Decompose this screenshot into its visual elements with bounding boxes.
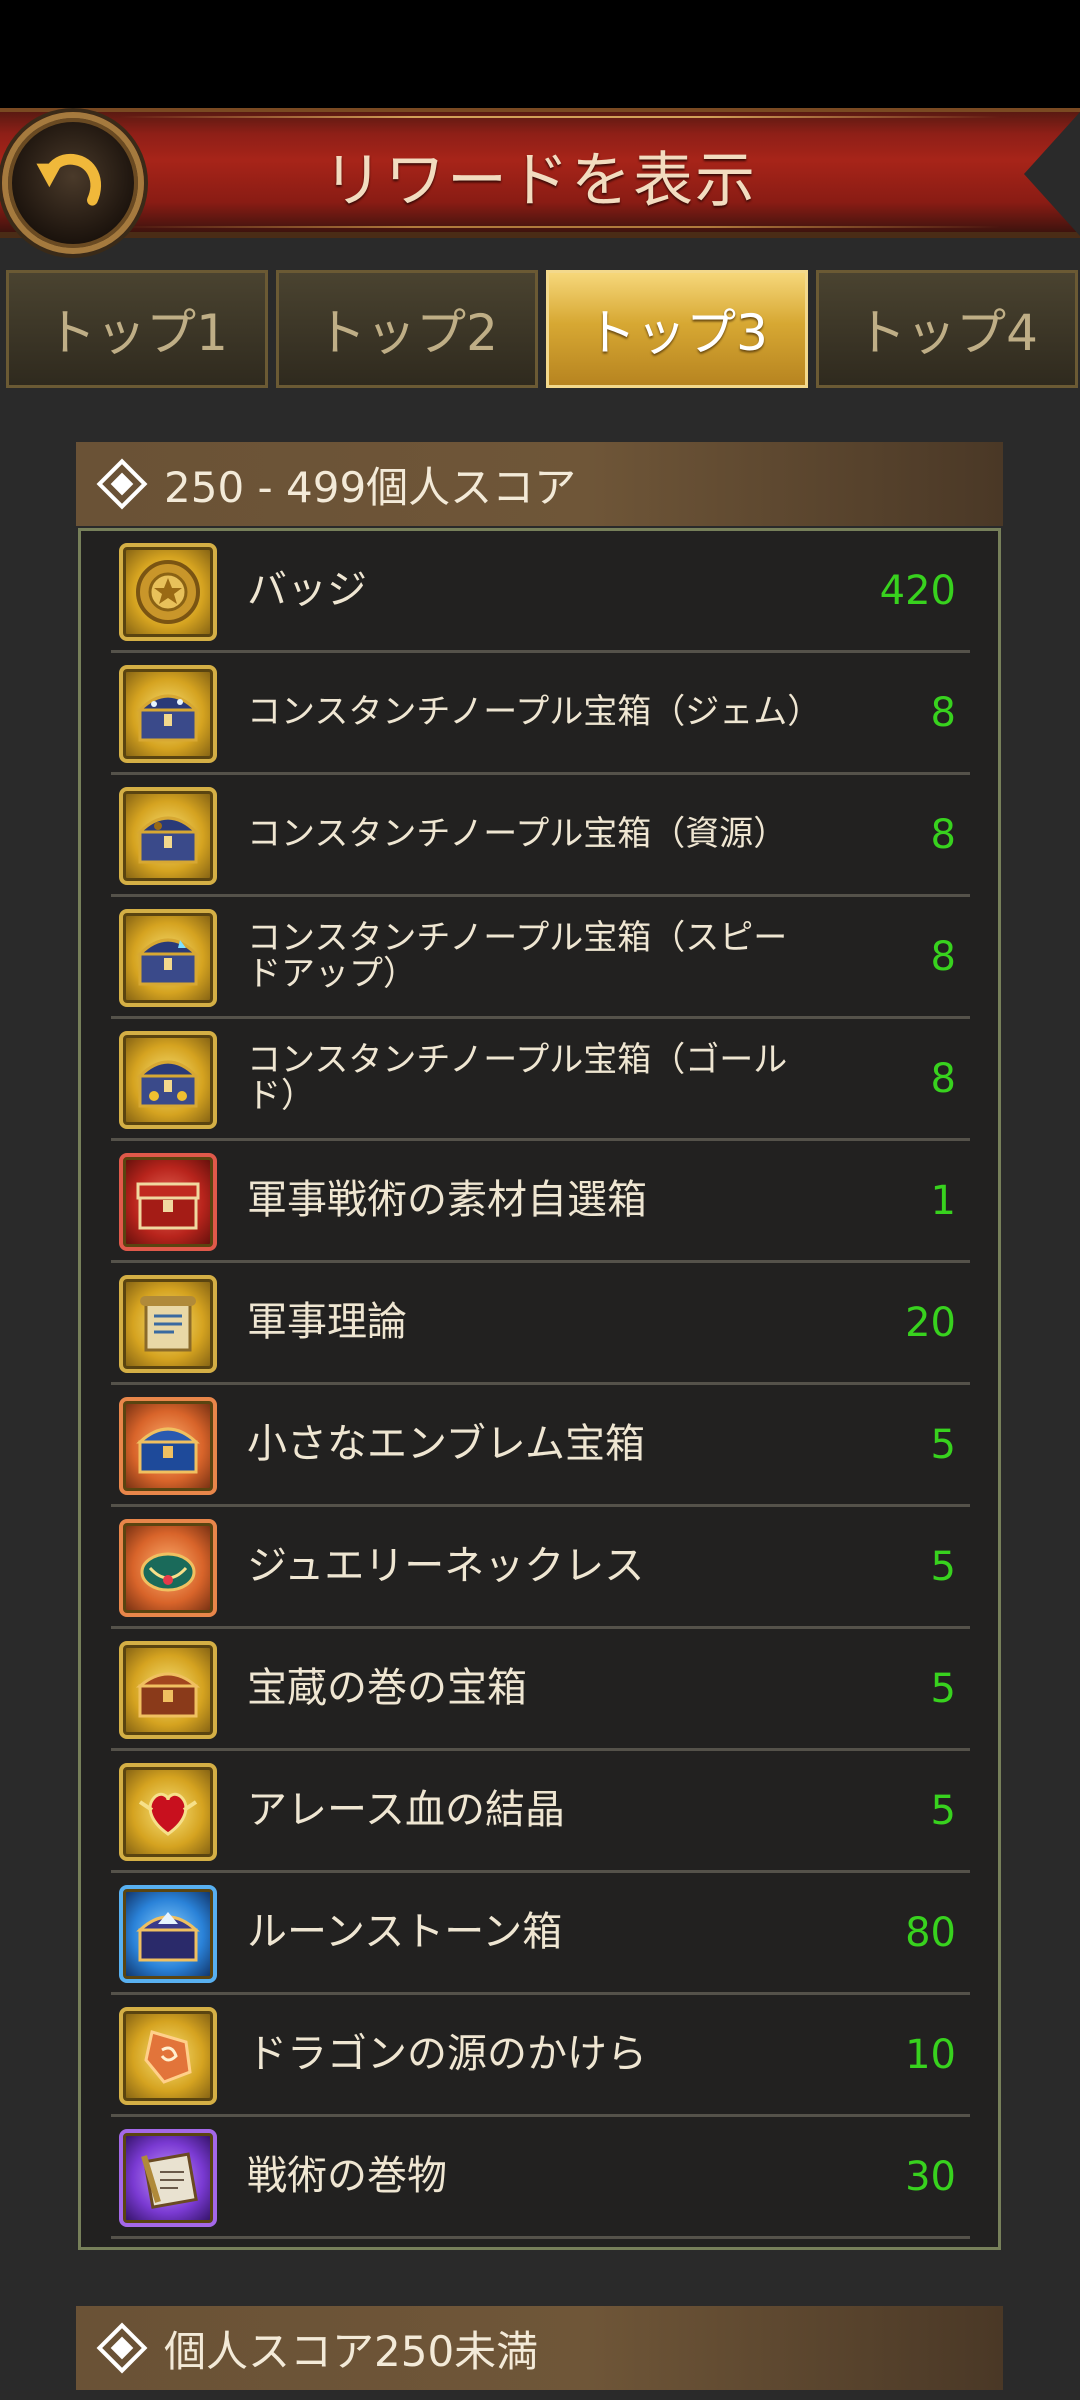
chest-icon	[119, 1031, 217, 1129]
badge-icon	[119, 543, 217, 641]
scroll-icon	[119, 1275, 217, 1373]
item-count: 8	[930, 933, 956, 980]
back-arrow-icon	[36, 153, 102, 206]
item-count: 8	[930, 689, 956, 736]
chest-icon	[119, 665, 217, 763]
list-item: 戦術の巻物 30	[111, 2117, 970, 2239]
tab-top1[interactable]: トップ1	[6, 270, 268, 388]
list-item: アレース血の結晶 5	[111, 1751, 970, 1873]
back-button[interactable]	[2, 112, 144, 254]
chest-icon	[119, 909, 217, 1007]
item-name: ルーンストーン箱	[247, 1909, 563, 1956]
section-title: 250 - 499個人スコア	[164, 462, 577, 512]
emblem-chest-icon	[119, 1397, 217, 1495]
item-name: バッジ	[247, 567, 367, 614]
section-title: 個人スコア250未満	[164, 2326, 539, 2376]
item-name: 小さなエンブレム宝箱	[247, 1421, 645, 1468]
necklace-icon	[119, 1519, 217, 1617]
tactic-scroll-icon	[119, 2129, 217, 2227]
item-count: 420	[879, 567, 956, 614]
header-banner: リワードを表示	[0, 108, 1080, 238]
item-count: 80	[905, 1909, 956, 1956]
item-name: コンスタンチノープル宝箱（スピードアップ）	[247, 917, 788, 994]
red-chest-icon	[119, 1153, 217, 1251]
item-count: 5	[930, 1421, 956, 1468]
rune-chest-icon	[119, 1885, 217, 1983]
item-count: 20	[905, 1299, 956, 1346]
item-name: アレース血の結晶	[247, 1787, 565, 1834]
item-name: コンスタンチノープル宝箱（資源）	[247, 813, 788, 854]
item-count: 8	[930, 811, 956, 858]
item-count: 5	[930, 1543, 956, 1590]
dragon-shard-icon	[119, 2007, 217, 2105]
item-name: コンスタンチノープル宝箱（ゴールド）	[247, 1039, 788, 1116]
item-name: コンスタンチノープル宝箱（ジェム）	[247, 691, 822, 732]
list-item: ジュエリーネックレス 5	[111, 1507, 970, 1629]
list-item: コンスタンチノープル宝箱（ゴールド） 8	[111, 1019, 970, 1141]
tab-top2[interactable]: トップ2	[276, 270, 538, 388]
list-item: 軍事理論 20	[111, 1263, 970, 1385]
list-item: 小さなエンブレム宝箱 5	[111, 1385, 970, 1507]
item-name: 宝蔵の巻の宝箱	[247, 1665, 527, 1712]
item-name: ジュエリーネックレス	[247, 1543, 645, 1590]
tab-top3[interactable]: トップ3	[546, 270, 808, 388]
section-header: 250 - 499個人スコア	[76, 442, 1003, 526]
item-count: 8	[930, 1055, 956, 1102]
item-name: 軍事理論	[247, 1299, 407, 1346]
item-name: 軍事戦術の素材自選箱	[247, 1177, 647, 1224]
tab-top4[interactable]: トップ4	[816, 270, 1078, 388]
reward-list: バッジ 420 コンスタンチノープル宝箱（ジェム） 8 コンスタンチノープル宝箱…	[78, 528, 1001, 2250]
item-count: 5	[930, 1787, 956, 1834]
section-header: 個人スコア250未満	[76, 2306, 1003, 2390]
page-title: リワードを表示	[323, 146, 757, 216]
item-name: 戦術の巻物	[247, 2153, 447, 2200]
item-name: ドラゴンの源のかけら	[247, 2031, 647, 2078]
list-item: ドラゴンの源のかけら 10	[111, 1995, 970, 2117]
diamond-icon	[96, 2322, 148, 2374]
list-item: ルーンストーン箱 80	[111, 1873, 970, 1995]
blood-crystal-icon	[119, 1763, 217, 1861]
item-count: 10	[905, 2031, 956, 2078]
list-item: バッジ 420	[111, 531, 970, 653]
list-item: 宝蔵の巻の宝箱 5	[111, 1629, 970, 1751]
status-bar	[0, 0, 1080, 108]
list-item: コンスタンチノープル宝箱（ジェム） 8	[111, 653, 970, 775]
item-count: 30	[905, 2153, 956, 2200]
chest-icon	[119, 787, 217, 885]
diamond-icon	[96, 458, 148, 510]
tab-bar: トップ1 トップ2 トップ3 トップ4	[0, 270, 1080, 392]
item-count: 1	[930, 1177, 956, 1224]
item-count: 5	[930, 1665, 956, 1712]
list-item: 軍事戦術の素材自選箱 1	[111, 1141, 970, 1263]
treasure-chest-icon	[119, 1641, 217, 1739]
list-item: コンスタンチノープル宝箱（スピードアップ） 8	[111, 897, 970, 1019]
list-item: コンスタンチノープル宝箱（資源） 8	[111, 775, 970, 897]
